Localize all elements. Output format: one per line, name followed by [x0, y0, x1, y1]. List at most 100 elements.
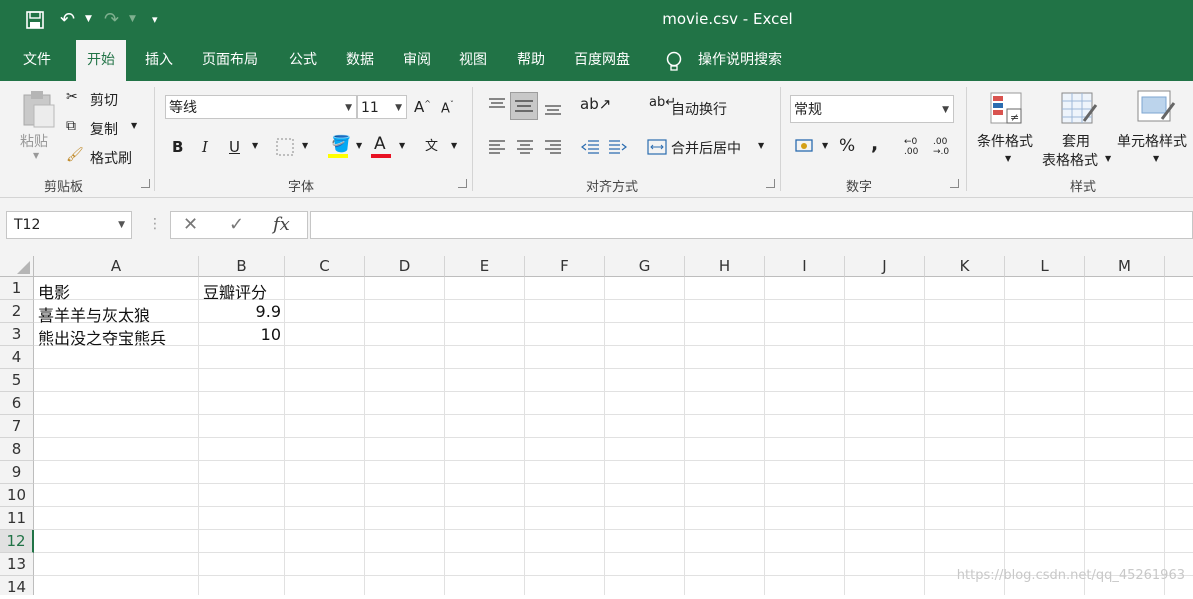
- tab-view[interactable]: 视图: [448, 40, 498, 81]
- font-color-icon[interactable]: A: [374, 134, 386, 154]
- paste-icon[interactable]: [20, 89, 56, 129]
- column-header-partial[interactable]: [1165, 256, 1193, 277]
- name-box[interactable]: T12 ▼: [6, 211, 132, 239]
- cell-b1[interactable]: 豆瓣评分: [203, 279, 267, 303]
- comma-button[interactable]: ,: [871, 133, 878, 155]
- accounting-format-icon[interactable]: [795, 137, 817, 155]
- column-header[interactable]: A: [34, 256, 199, 277]
- number-launcher-icon[interactable]: [950, 179, 959, 188]
- tab-formulas[interactable]: 公式: [278, 40, 328, 81]
- cell-styles-dropdown-icon[interactable]: ▼: [1153, 154, 1159, 163]
- tell-me-search[interactable]: 操作说明搜索: [687, 40, 793, 81]
- tab-insert[interactable]: 插入: [134, 40, 184, 81]
- accounting-dropdown-icon[interactable]: ▼: [822, 141, 828, 150]
- cell-b3[interactable]: 10: [199, 325, 281, 344]
- italic-button[interactable]: I: [202, 138, 208, 156]
- increase-decimal-icon[interactable]: ←0.00: [904, 137, 918, 157]
- font-launcher-icon[interactable]: [458, 179, 467, 188]
- name-box-dropdown-icon[interactable]: ▼: [118, 212, 125, 238]
- column-header[interactable]: J: [845, 256, 925, 277]
- percent-button[interactable]: %: [839, 136, 855, 156]
- format-as-table-line1[interactable]: 套用: [1062, 131, 1090, 151]
- alignment-launcher-icon[interactable]: [766, 179, 775, 188]
- formula-bar-grip-icon[interactable]: ⋮: [148, 216, 162, 232]
- row-header[interactable]: 8: [0, 438, 34, 461]
- tab-home[interactable]: 开始: [76, 40, 126, 81]
- column-header[interactable]: D: [365, 256, 445, 277]
- clipboard-launcher-icon[interactable]: [141, 179, 150, 188]
- cell-a3[interactable]: 熊出没之夺宝熊兵: [38, 325, 166, 349]
- border-icon[interactable]: [276, 138, 294, 156]
- row-header[interactable]: 9: [0, 461, 34, 484]
- number-format-select[interactable]: 常规 ▼: [790, 95, 954, 123]
- decrease-indent-icon[interactable]: [580, 139, 600, 155]
- increase-indent-icon[interactable]: [608, 139, 628, 155]
- format-as-table-button[interactable]: 表格格式: [1042, 150, 1098, 170]
- row-header[interactable]: 1: [0, 277, 34, 300]
- bold-button[interactable]: B: [172, 138, 183, 156]
- column-header[interactable]: H: [685, 256, 765, 277]
- paste-dropdown-icon[interactable]: ▼: [33, 151, 39, 160]
- formula-input[interactable]: [310, 211, 1193, 239]
- wrap-text-button[interactable]: 自动换行: [671, 99, 727, 119]
- decrease-font-icon[interactable]: Aˇ: [441, 100, 454, 116]
- row-header-selected[interactable]: 12: [0, 530, 34, 553]
- row-header[interactable]: 6: [0, 392, 34, 415]
- fill-color-icon[interactable]: 🪣: [331, 134, 351, 153]
- cell-a1[interactable]: 电影: [38, 279, 70, 303]
- align-bottom-icon[interactable]: [543, 99, 563, 117]
- phonetic-icon[interactable]: 文: [425, 135, 438, 154]
- tab-baidu-netdisk[interactable]: 百度网盘: [563, 40, 641, 81]
- row-header[interactable]: 7: [0, 415, 34, 438]
- column-header[interactable]: E: [445, 256, 525, 277]
- font-name-select[interactable]: 等线 ▼: [165, 95, 357, 119]
- column-header[interactable]: B: [199, 256, 285, 277]
- conditional-formatting-button[interactable]: 条件格式: [977, 131, 1033, 151]
- align-top-icon[interactable]: [487, 96, 507, 114]
- increase-font-icon[interactable]: A^: [414, 98, 431, 116]
- row-header[interactable]: 5: [0, 369, 34, 392]
- cell-a2[interactable]: 喜羊羊与灰太狼: [38, 302, 150, 326]
- column-header[interactable]: K: [925, 256, 1005, 277]
- column-header[interactable]: L: [1005, 256, 1085, 277]
- cancel-icon[interactable]: ✕: [183, 214, 198, 235]
- row-header[interactable]: 4: [0, 346, 34, 369]
- cut-button[interactable]: 剪切: [90, 90, 118, 110]
- underline-button[interactable]: U: [229, 138, 240, 156]
- row-header[interactable]: 3: [0, 323, 34, 346]
- tab-page-layout[interactable]: 页面布局: [191, 40, 269, 81]
- tab-review[interactable]: 审阅: [392, 40, 442, 81]
- column-header[interactable]: M: [1085, 256, 1165, 277]
- conditional-dropdown-icon[interactable]: ▼: [1005, 154, 1011, 163]
- phonetic-dropdown-icon[interactable]: ▼: [451, 141, 457, 150]
- select-all-button[interactable]: [0, 256, 34, 277]
- merge-center-button[interactable]: 合并后居中: [671, 138, 741, 158]
- tab-data[interactable]: 数据: [335, 40, 385, 81]
- tab-help[interactable]: 帮助: [506, 40, 556, 81]
- column-header[interactable]: I: [765, 256, 845, 277]
- orientation-icon[interactable]: ab↗: [580, 95, 611, 113]
- align-right-icon[interactable]: [543, 139, 563, 155]
- format-painter-button[interactable]: 格式刷: [90, 148, 132, 168]
- merge-dropdown-icon[interactable]: ▼: [758, 141, 764, 150]
- align-middle-button[interactable]: [510, 92, 538, 120]
- row-header[interactable]: 11: [0, 507, 34, 530]
- font-size-select[interactable]: 11 ▼: [357, 95, 407, 119]
- font-color-dropdown-icon[interactable]: ▼: [399, 141, 405, 150]
- underline-dropdown-icon[interactable]: ▼: [252, 141, 258, 150]
- row-header[interactable]: 14: [0, 576, 34, 596]
- tab-file[interactable]: 文件: [12, 40, 62, 81]
- align-left-icon[interactable]: [487, 139, 507, 155]
- row-header[interactable]: 10: [0, 484, 34, 507]
- format-as-table-dropdown-icon[interactable]: ▼: [1105, 154, 1111, 163]
- copy-button[interactable]: 复制: [90, 119, 118, 139]
- enter-icon[interactable]: ✓: [229, 214, 244, 235]
- column-header[interactable]: G: [605, 256, 685, 277]
- cell-b2[interactable]: 9.9: [199, 302, 281, 321]
- fill-color-dropdown-icon[interactable]: ▼: [356, 141, 362, 150]
- align-center-icon[interactable]: [515, 139, 535, 155]
- border-dropdown-icon[interactable]: ▼: [302, 141, 308, 150]
- column-header[interactable]: F: [525, 256, 605, 277]
- insert-function-button[interactable]: fx: [273, 214, 290, 235]
- row-header[interactable]: 2: [0, 300, 34, 323]
